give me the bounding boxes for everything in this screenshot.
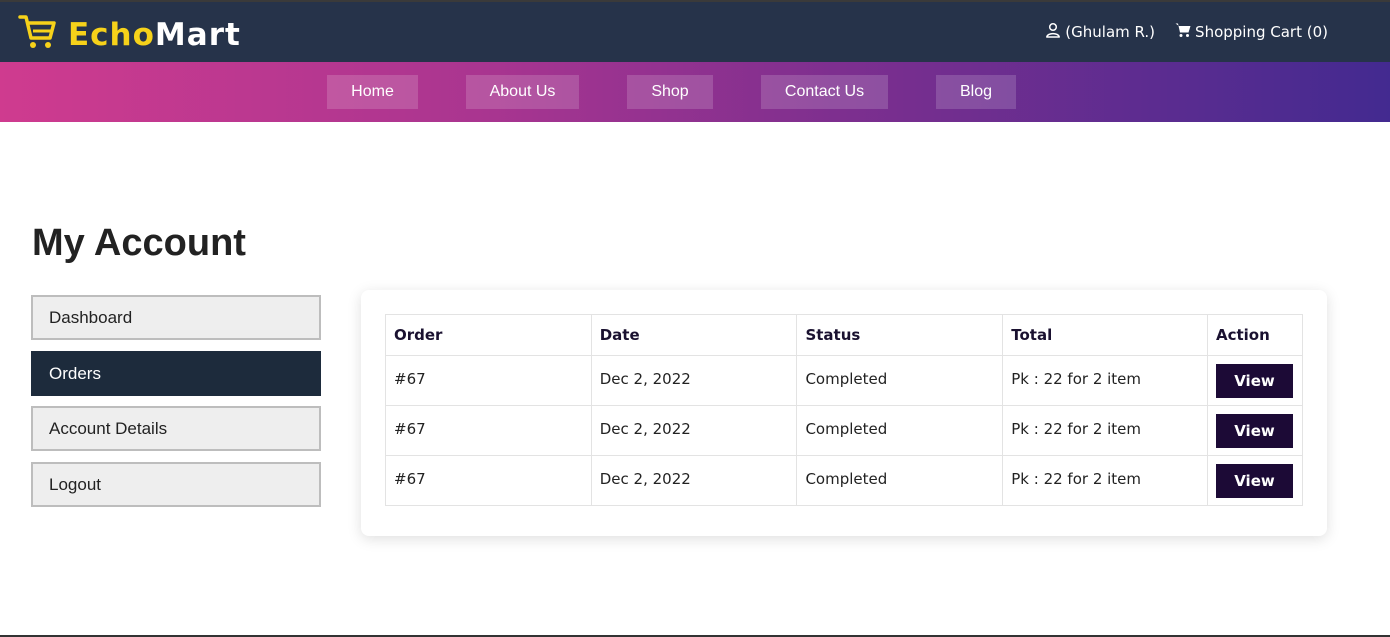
- shopping-cart-link[interactable]: Shopping Cart (0): [1175, 22, 1328, 42]
- sidebar-item-account-details[interactable]: Account Details: [31, 406, 321, 451]
- logo-echo: Echo: [68, 16, 155, 53]
- column-header-status: Status: [796, 314, 1004, 356]
- column-header-order: Order: [385, 314, 592, 356]
- order-status: Completed: [796, 455, 1004, 506]
- orders-card: Order Date Status Total Action #67 Dec 2…: [361, 290, 1327, 536]
- order-number: #67: [385, 455, 592, 506]
- cart-icon: [1175, 22, 1195, 42]
- table-header-row: Order Date Status Total Action: [385, 314, 1304, 356]
- column-header-date: Date: [590, 314, 798, 356]
- order-total: Pk : 22 for 2 item: [1002, 355, 1208, 406]
- order-total: Pk : 22 for 2 item: [1002, 405, 1208, 456]
- order-number: #67: [385, 405, 592, 456]
- logo-mart: Mart: [154, 16, 241, 53]
- view-order-button[interactable]: View: [1215, 414, 1293, 448]
- column-header-total: Total: [1002, 314, 1208, 356]
- logo[interactable]: EchoMart: [18, 12, 241, 57]
- order-date: Dec 2, 2022: [590, 405, 798, 456]
- nav-home[interactable]: Home: [327, 75, 418, 109]
- table-row: #67 Dec 2, 2022 Completed Pk : 22 for 2 …: [385, 405, 1304, 456]
- action-cell: View: [1206, 355, 1304, 406]
- main-nav: Home About Us Shop Contact Us Blog: [0, 62, 1390, 122]
- order-number: #67: [385, 355, 592, 406]
- sidebar-item-logout[interactable]: Logout: [31, 462, 321, 507]
- user-icon: [1045, 22, 1065, 42]
- action-cell: View: [1206, 455, 1304, 506]
- user-area: (Ghulam R.) Shopping Cart (0): [1045, 22, 1328, 42]
- column-header-action: Action: [1206, 314, 1304, 356]
- nav-contact-us[interactable]: Contact Us: [761, 75, 888, 109]
- nav-shop[interactable]: Shop: [627, 75, 713, 109]
- cart-label: Shopping Cart (0): [1195, 23, 1328, 41]
- sidebar-item-dashboard[interactable]: Dashboard: [31, 295, 321, 340]
- order-status: Completed: [796, 355, 1004, 406]
- action-cell: View: [1206, 405, 1304, 456]
- order-total: Pk : 22 for 2 item: [1002, 455, 1208, 506]
- view-order-button[interactable]: View: [1215, 364, 1293, 398]
- top-header: EchoMart (Ghulam R.) Shopping Cart (0): [0, 0, 1390, 62]
- logo-text: EchoMart: [68, 15, 241, 55]
- sidebar-item-orders[interactable]: Orders: [31, 351, 321, 396]
- nav-blog[interactable]: Blog: [936, 75, 1016, 109]
- user-account-link[interactable]: (Ghulam R.): [1045, 22, 1155, 42]
- orders-table: Order Date Status Total Action #67 Dec 2…: [385, 314, 1304, 506]
- table-row: #67 Dec 2, 2022 Completed Pk : 22 for 2 …: [385, 455, 1304, 506]
- table-row: #67 Dec 2, 2022 Completed Pk : 22 for 2 …: [385, 355, 1304, 406]
- page-title: My Account: [32, 222, 246, 264]
- shopping-cart-icon: [18, 12, 58, 57]
- order-status: Completed: [796, 405, 1004, 456]
- nav-about-us[interactable]: About Us: [466, 75, 579, 109]
- order-date: Dec 2, 2022: [590, 355, 798, 406]
- view-order-button[interactable]: View: [1215, 464, 1293, 498]
- user-name: (Ghulam R.): [1065, 23, 1156, 41]
- order-date: Dec 2, 2022: [590, 455, 798, 506]
